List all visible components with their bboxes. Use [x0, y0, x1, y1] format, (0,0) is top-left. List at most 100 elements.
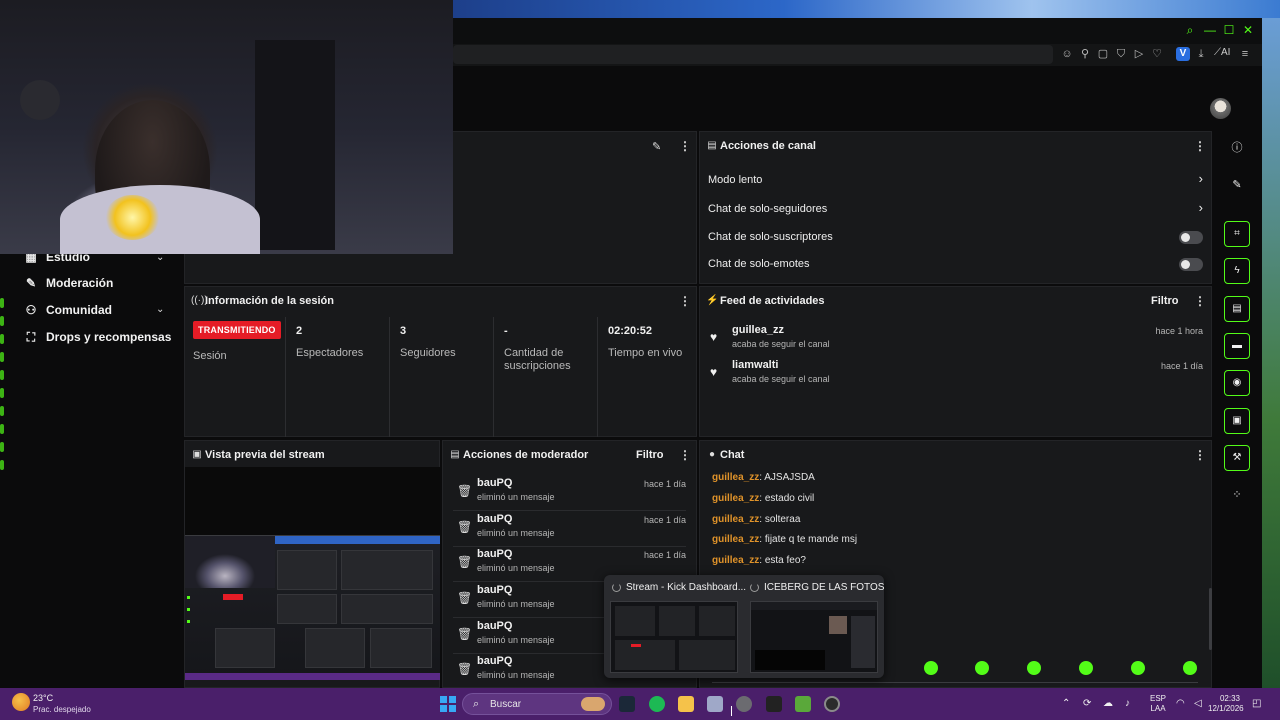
- emote-icon[interactable]: [975, 661, 989, 675]
- mod-username[interactable]: bauPQ: [477, 477, 512, 489]
- chevron-down-icon[interactable]: ⌄: [156, 304, 164, 315]
- feed-username[interactable]: liamwalti: [732, 359, 778, 371]
- more-icon[interactable]: ⋮: [1194, 448, 1206, 462]
- window-title[interactable]: Stream - Kick Dashboard...: [626, 582, 746, 593]
- volume-icon[interactable]: ◁: [1194, 698, 1202, 709]
- shield-icon[interactable]: ⛉: [1114, 47, 1128, 61]
- extension-v-icon[interactable]: V: [1176, 47, 1190, 61]
- chat-icon[interactable]: ▬: [1224, 333, 1250, 359]
- sidebar-item-comunidad[interactable]: ⚇ Comunidad: [24, 299, 112, 321]
- address-field[interactable]: [453, 45, 1053, 64]
- system-clock[interactable]: 02:33 12/1/2026: [1208, 694, 1244, 714]
- epic-games-icon[interactable]: [766, 696, 782, 712]
- chat-username[interactable]: guillea_zz: [712, 555, 759, 566]
- sidebar-item-moderacion[interactable]: ✎ Moderación: [24, 272, 113, 294]
- download-icon[interactable]: ⤓: [1194, 47, 1208, 61]
- stream-preview-video[interactable]: [185, 535, 440, 680]
- info-icon[interactable]: ⓘ: [1224, 135, 1250, 161]
- windows-start-icon[interactable]: [440, 696, 456, 712]
- frame-icon[interactable]: ▢: [1096, 47, 1110, 61]
- maximize-button[interactable]: ☐: [1221, 22, 1237, 38]
- emote-icon[interactable]: [1131, 661, 1145, 675]
- filter-button[interactable]: Filtro: [636, 449, 664, 461]
- chat-scrollbar[interactable]: [1209, 588, 1212, 650]
- more-icon[interactable]: ⋮: [1194, 139, 1206, 153]
- chat-text: esta feo?: [764, 555, 806, 566]
- notifications-icon[interactable]: ◰: [1252, 698, 1261, 709]
- mod-username[interactable]: bauPQ: [477, 584, 512, 596]
- chevron-right-icon[interactable]: ›: [1199, 200, 1203, 215]
- search-icon: ⌕: [473, 698, 480, 710]
- more-icon[interactable]: ⋮: [1194, 294, 1206, 308]
- keyboard-language[interactable]: ESP LAA: [1150, 694, 1166, 714]
- screenshot-icon[interactable]: ⌗: [1224, 221, 1250, 247]
- edit-icon[interactable]: ✎: [652, 140, 661, 153]
- feed-description: acaba de seguir el canal: [732, 339, 830, 349]
- mod-username[interactable]: bauPQ: [477, 513, 512, 525]
- steam-icon[interactable]: [619, 696, 635, 712]
- obs-icon[interactable]: [824, 696, 840, 712]
- preview-icon[interactable]: ▣: [1224, 408, 1250, 434]
- emote-icon[interactable]: [1027, 661, 1041, 675]
- window-title[interactable]: ICEBERG DE LAS FOTOS...: [764, 582, 884, 593]
- emotes-only-toggle[interactable]: [1179, 258, 1203, 271]
- chat-username[interactable]: guillea_zz: [712, 514, 759, 525]
- emote-icon[interactable]: [924, 661, 938, 675]
- sync-icon[interactable]: ⟳: [1083, 698, 1091, 709]
- mod-username[interactable]: bauPQ: [477, 655, 512, 667]
- slow-mode-row[interactable]: Modo lento ›: [700, 168, 1211, 192]
- heart-icon[interactable]: ♡: [1150, 47, 1164, 61]
- pin-icon[interactable]: ⚲: [1078, 47, 1092, 61]
- window-thumbnail[interactable]: [610, 601, 738, 673]
- smile-icon[interactable]: ☺: [1060, 47, 1074, 61]
- widgets-icon[interactable]: ⁘: [1224, 482, 1250, 508]
- window-thumbnail[interactable]: [750, 601, 878, 673]
- bolt-icon[interactable]: ϟ: [1224, 258, 1250, 284]
- more-icon[interactable]: ⋮: [679, 448, 691, 462]
- panel-title: Información de la sesión: [205, 295, 334, 307]
- more-icon[interactable]: ⋮: [679, 294, 691, 308]
- gift-icon: ⛶: [26, 329, 36, 344]
- menu-icon[interactable]: ≡: [1238, 47, 1252, 61]
- chat-username[interactable]: guillea_zz: [712, 493, 759, 504]
- chevron-right-icon[interactable]: ›: [1199, 171, 1203, 186]
- recycle-bin-icon[interactable]: [707, 696, 723, 712]
- cloud-icon[interactable]: ☁: [1103, 698, 1113, 709]
- microphone-icon[interactable]: ♪: [1125, 698, 1130, 709]
- wrench-icon: ✎: [25, 276, 37, 290]
- mod-description: eliminó un mensaje: [477, 563, 555, 573]
- subscribers-only-toggle[interactable]: [1179, 231, 1203, 244]
- feed-time: hace 1 día: [1160, 361, 1203, 371]
- emote-icon[interactable]: [1079, 661, 1093, 675]
- followers-only-row[interactable]: Chat de solo-seguidores ›: [700, 197, 1211, 221]
- document-icon[interactable]: ▤: [1224, 296, 1250, 322]
- chevron-up-icon[interactable]: ⌃: [1062, 698, 1070, 709]
- sidebar-item-drops[interactable]: ⛶ Drops y recompensas: [24, 326, 172, 348]
- mod-username[interactable]: bauPQ: [477, 620, 512, 632]
- browser-app-icon[interactable]: [736, 696, 752, 712]
- wrench-icon[interactable]: ⚒: [1224, 445, 1250, 471]
- ai-button[interactable]: ⟋AI: [1214, 47, 1238, 58]
- edit-icon[interactable]: ✎: [1224, 172, 1250, 198]
- taskbar-search[interactable]: ⌕ Buscar: [462, 693, 612, 715]
- spotify-icon[interactable]: [649, 696, 665, 712]
- search-icon[interactable]: ⌕: [1182, 22, 1198, 38]
- avatar[interactable]: [1210, 98, 1231, 119]
- more-icon[interactable]: ⋮: [679, 139, 691, 153]
- chat-username[interactable]: guillea_zz: [712, 534, 759, 545]
- search-placeholder: Buscar: [490, 699, 522, 710]
- panel-title: Chat: [720, 449, 745, 461]
- chat-username[interactable]: guillea_zz: [712, 472, 759, 483]
- wifi-icon[interactable]: ◠: [1176, 698, 1185, 709]
- minimize-button[interactable]: —: [1202, 22, 1218, 38]
- broadcast-icon[interactable]: ◉: [1224, 370, 1250, 396]
- file-explorer-icon[interactable]: [678, 696, 694, 712]
- weather-icon[interactable]: [12, 693, 30, 711]
- feed-username[interactable]: guillea_zz: [732, 324, 784, 336]
- emote-icon[interactable]: [1183, 661, 1197, 675]
- vectorworks-icon[interactable]: [795, 696, 811, 712]
- close-button[interactable]: ✕: [1240, 22, 1256, 38]
- filter-button[interactable]: Filtro: [1151, 295, 1179, 307]
- play-icon[interactable]: ▷: [1132, 47, 1146, 61]
- mod-username[interactable]: bauPQ: [477, 548, 512, 560]
